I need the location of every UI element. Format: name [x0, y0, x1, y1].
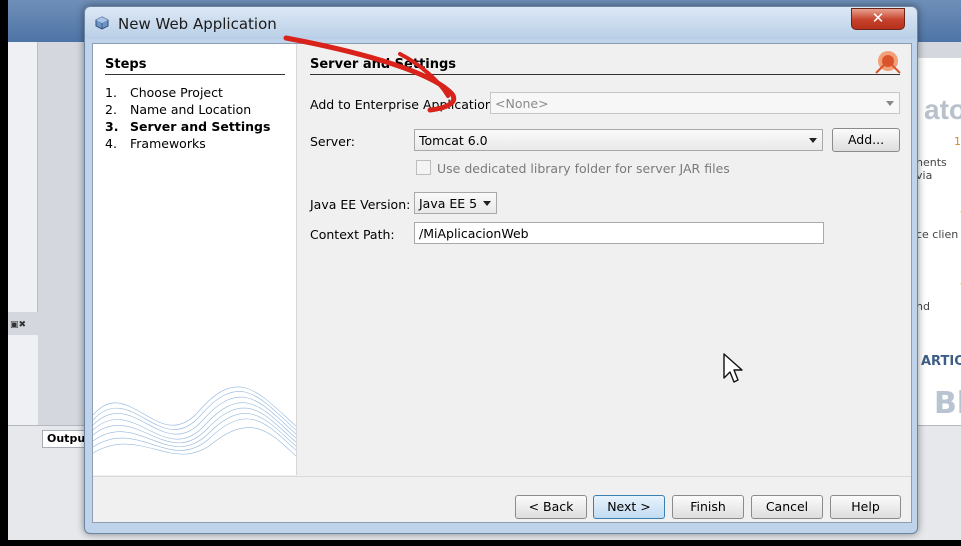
dialog-title: New Web Application [118, 15, 277, 33]
articles-heading: ARTICL [921, 354, 961, 369]
new-web-application-dialog: New Web Application ✕ Steps 1. Choose Pro… [84, 6, 918, 534]
context-path-label: Context Path: [310, 227, 395, 242]
step-label: Choose Project [130, 85, 223, 100]
logo-icon [875, 51, 901, 74]
add-server-button[interactable]: Add... [832, 128, 900, 152]
javaee-select[interactable]: Java EE 5 [414, 192, 497, 214]
server-value: Tomcat 6.0 [419, 133, 488, 148]
step-label: Frameworks [130, 136, 206, 151]
back-button[interactable]: < Back [515, 495, 587, 519]
page-footer-fragment: Blo [934, 386, 961, 421]
step-number: 1. [105, 85, 117, 100]
server-label: Server: [310, 134, 355, 149]
cancel-button[interactable]: Cancel [751, 495, 823, 519]
button-row-separator [93, 476, 911, 477]
browser-page: ator 10 nents via 9 ce clien 9 nd ARTICL… [913, 58, 961, 430]
ide-left-panel [8, 42, 38, 312]
step-number: 4. [105, 136, 117, 151]
section-title: Server and Settings [310, 57, 900, 75]
page-number: 10 [954, 135, 961, 148]
page-snippet: nd [916, 300, 930, 313]
panel-controls[interactable]: ▣✖ [10, 320, 26, 330]
help-button[interactable]: Help [830, 495, 901, 519]
library-folder-label: Use dedicated library folder for server … [437, 161, 730, 176]
close-icon: ✕ [871, 9, 885, 27]
step-item: 1. Choose Project [105, 85, 223, 100]
cube-icon [95, 16, 109, 30]
context-path-input[interactable]: /MiAplicacionWeb [414, 222, 824, 244]
enterprise-select[interactable]: <None> [490, 92, 900, 114]
step-item: 4. Frameworks [105, 136, 206, 151]
steps-title: Steps [105, 57, 285, 75]
step-label: Server and Settings [130, 119, 271, 134]
dropdown-arrow-icon [809, 138, 817, 143]
finish-button[interactable]: Finish [672, 495, 744, 519]
mouse-cursor-icon [723, 353, 743, 383]
step-item-current: 3. Server and Settings [105, 119, 270, 134]
ide-left-panel-lower [8, 335, 38, 425]
dropdown-arrow-icon [483, 201, 491, 206]
dropdown-arrow-icon [886, 101, 894, 106]
close-button[interactable]: ✕ [851, 8, 905, 30]
step-label: Name and Location [130, 102, 252, 117]
page-heading-fragment: ator [924, 94, 961, 125]
steps-panel: Steps 1. Choose Project 2. Name and Locati… [93, 44, 297, 475]
next-button[interactable]: Next > [593, 495, 665, 519]
enterprise-label: Add to Enterprise Application: [310, 97, 498, 112]
enterprise-value: <None> [495, 96, 549, 111]
javaee-label: Java EE Version: [310, 197, 411, 212]
page-snippet: ce clien [916, 228, 959, 241]
step-number: 2. [105, 102, 117, 117]
step-number: 3. [105, 119, 119, 134]
step-item: 2. Name and Location [105, 102, 251, 117]
library-folder-checkbox[interactable] [416, 160, 431, 175]
dialog-title-bar[interactable]: New Web Application ✕ [85, 7, 917, 39]
javaee-value: Java EE 5 [419, 196, 478, 211]
decorative-waves [93, 386, 296, 457]
dialog-content: Steps 1. Choose Project 2. Name and Locati… [92, 43, 912, 523]
page-snippet: nents via [916, 156, 947, 182]
server-select[interactable]: Tomcat 6.0 [414, 129, 823, 151]
